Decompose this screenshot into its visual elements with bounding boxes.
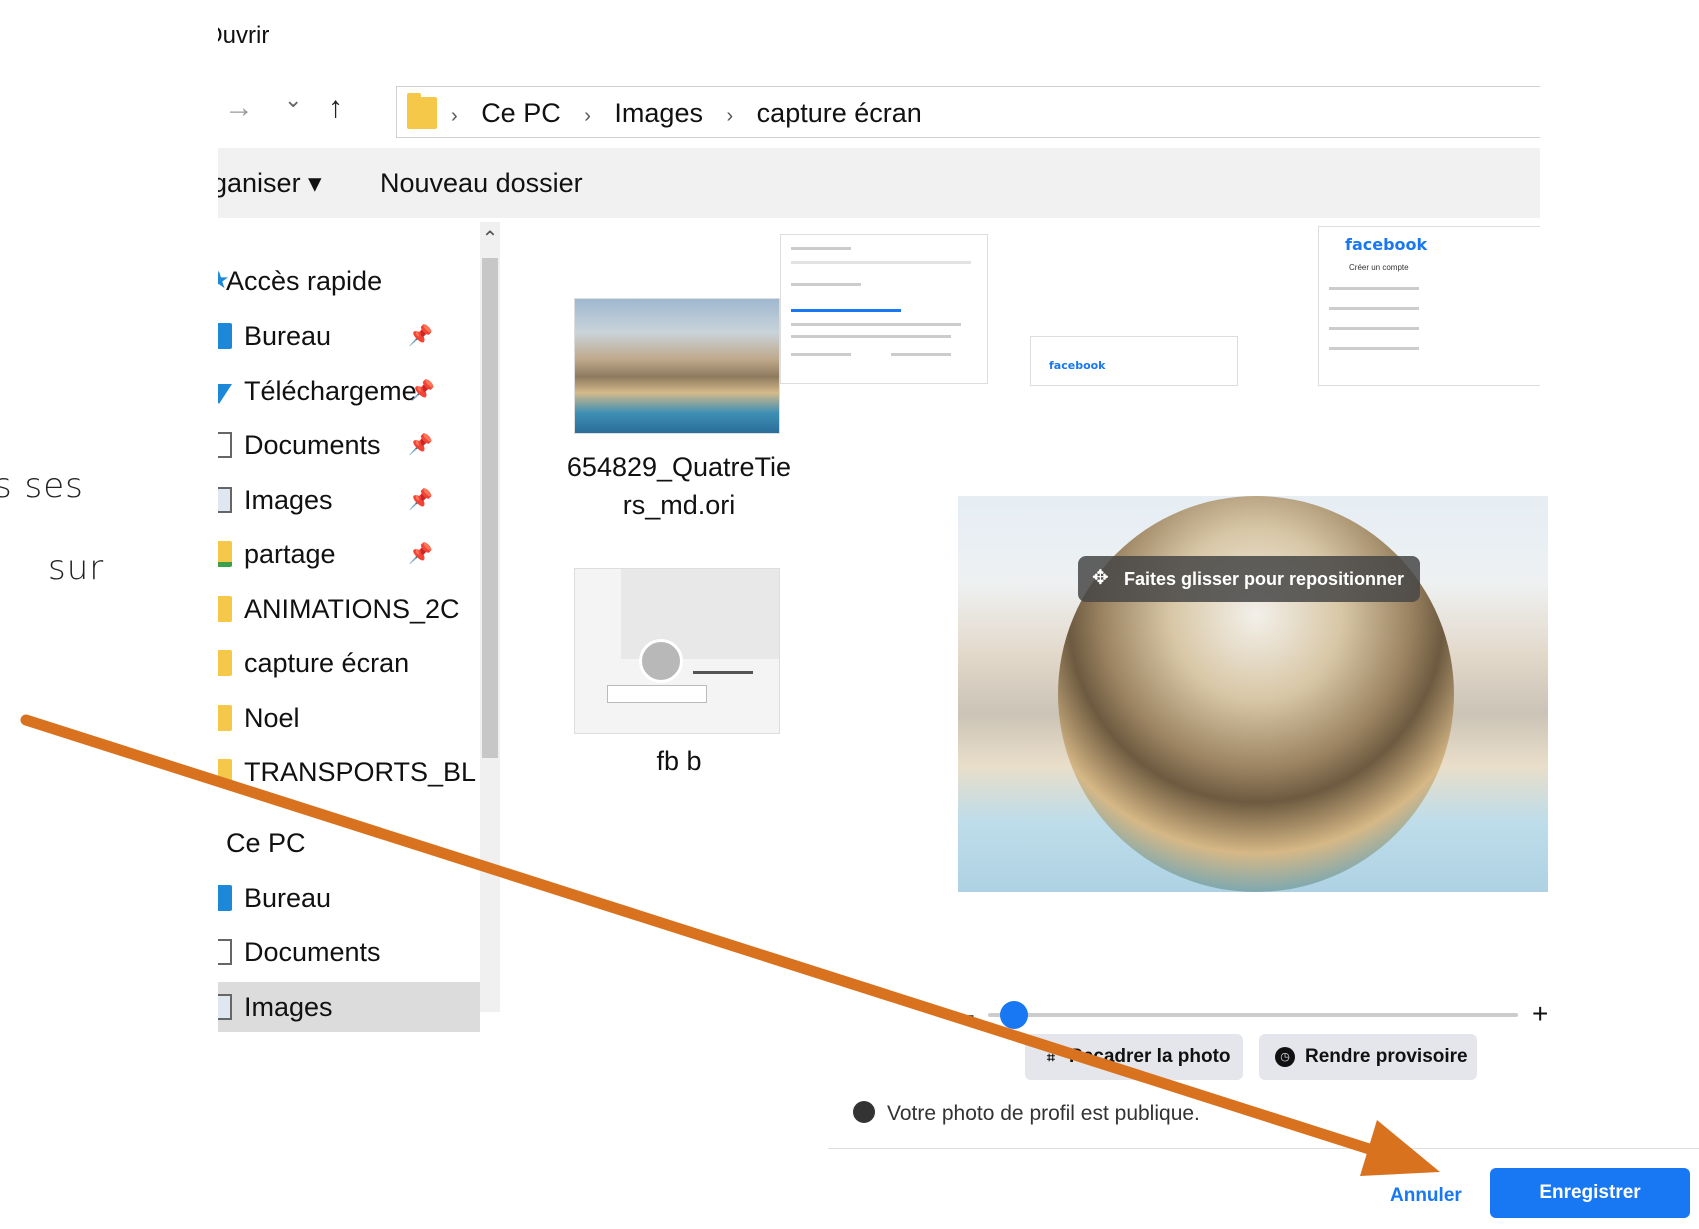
profile-photo-editor: ✥ Faites glisser pour repositionner – + … bbox=[828, 404, 1699, 1229]
sidebar-item-acces-rapide[interactable]: ★ Accès rapide bbox=[218, 256, 480, 306]
crop-area[interactable]: ✥ Faites glisser pour repositionner bbox=[958, 496, 1548, 892]
file-thumbnail-fb-signup[interactable]: facebook Créer un compte bbox=[1318, 226, 1540, 386]
pin-icon: 📌 bbox=[408, 489, 433, 511]
address-bar[interactable]: › Ce PC › Images › capture écran bbox=[396, 86, 1540, 138]
pin-icon: 📌 bbox=[408, 434, 433, 456]
file-thumbnail-fb[interactable] bbox=[574, 568, 780, 734]
sidebar-item-images-pc[interactable]: Images bbox=[218, 982, 480, 1032]
breadcrumb-capture-ecran[interactable]: capture écran bbox=[757, 98, 922, 128]
documents-icon bbox=[218, 939, 232, 965]
make-temporary-button[interactable]: ◷ Rendre provisoire bbox=[1259, 1034, 1477, 1080]
dialog-title: Ouvrir bbox=[218, 22, 270, 49]
zoom-out-icon[interactable]: – bbox=[958, 994, 974, 1034]
organize-menu[interactable]: ganiser ▾ bbox=[218, 148, 322, 218]
mini-line bbox=[693, 671, 753, 674]
footer-divider bbox=[828, 1148, 1699, 1149]
crop-icon: ⌗ bbox=[1047, 1049, 1055, 1065]
public-visibility-note: Votre photo de profil est publique. bbox=[853, 1099, 1200, 1129]
sidebar-item-documents[interactable]: Documents 📌 bbox=[218, 420, 480, 470]
pin-icon: 📌 bbox=[410, 380, 435, 402]
sidebar-item-telechargements[interactable]: Téléchargeme 📌 bbox=[218, 366, 480, 416]
breadcrumb-ce-pc[interactable]: Ce PC bbox=[481, 98, 561, 128]
background-text-line2: sur bbox=[48, 548, 105, 588]
file-thumbnail-photo[interactable] bbox=[574, 298, 780, 434]
sidebar-item-bureau-pc[interactable]: Bureau bbox=[218, 873, 480, 923]
sidebar-item-transports[interactable]: TRANSPORTS_BL bbox=[218, 747, 480, 797]
shared-folder-icon bbox=[218, 541, 232, 567]
command-toolbar: ganiser ▾ Nouveau dossier bbox=[218, 148, 1540, 218]
crop-photo-button[interactable]: ⌗ Recadrer la photo bbox=[1025, 1034, 1243, 1080]
folder-icon bbox=[218, 705, 232, 731]
sidebar-item-ce-pc[interactable]: Ce PC bbox=[218, 818, 480, 868]
history-dropdown-button[interactable]: ⌄ bbox=[284, 86, 302, 114]
pin-icon: 📌 bbox=[408, 543, 433, 565]
sidebar-scrollbar[interactable]: ⌃ bbox=[480, 222, 500, 1012]
breadcrumb: › Ce PC › Images › capture écran bbox=[451, 98, 922, 128]
breadcrumb-images[interactable]: Images bbox=[614, 98, 703, 128]
sidebar-item-noel[interactable]: Noel bbox=[218, 693, 480, 743]
avatar-icon bbox=[639, 639, 683, 683]
mini-button bbox=[607, 685, 707, 703]
images-icon bbox=[218, 487, 232, 513]
cancel-button[interactable]: Annuler bbox=[1390, 1174, 1462, 1218]
folder-icon bbox=[218, 596, 232, 622]
navigation-pane: ★ Accès rapide Bureau 📌 Téléchargeme 📌 D… bbox=[218, 222, 480, 1082]
desktop-icon bbox=[218, 885, 232, 911]
zoom-slider-thumb[interactable] bbox=[999, 1001, 1028, 1029]
sidebar-item-capture-ecran[interactable]: capture écran bbox=[218, 638, 480, 688]
scroll-up-icon[interactable]: ⌃ bbox=[480, 226, 500, 251]
move-icon: ✥ bbox=[1092, 567, 1109, 589]
photo-thumbnail-image bbox=[575, 299, 779, 433]
zoom-slider-track[interactable] bbox=[988, 1013, 1518, 1017]
zoom-in-icon[interactable]: + bbox=[1532, 994, 1548, 1034]
download-icon bbox=[218, 384, 232, 404]
folder-icon bbox=[407, 93, 437, 129]
blank-area bbox=[218, 1082, 828, 1229]
clock-icon: ◷ bbox=[1275, 1047, 1295, 1067]
file-name-photo[interactable]: 654829_QuatreTie rs_md.ori bbox=[554, 448, 804, 524]
folder-icon bbox=[218, 650, 232, 676]
documents-icon bbox=[218, 432, 232, 458]
globe-icon bbox=[853, 1101, 875, 1123]
up-button[interactable]: ↑ bbox=[328, 93, 343, 123]
sidebar-item-images[interactable]: Images 📌 bbox=[218, 475, 480, 525]
new-folder-button[interactable]: Nouveau dossier bbox=[380, 148, 583, 218]
pin-icon: 📌 bbox=[408, 325, 433, 347]
save-button[interactable]: Enregistrer bbox=[1490, 1168, 1690, 1218]
file-name-fb[interactable]: fb b bbox=[554, 742, 804, 780]
desktop-icon bbox=[218, 323, 232, 349]
folder-icon bbox=[218, 759, 232, 785]
sidebar-item-documents-pc[interactable]: Documents bbox=[218, 927, 480, 977]
file-thumbnail-search[interactable] bbox=[780, 234, 988, 384]
scroll-thumb[interactable] bbox=[482, 258, 498, 758]
images-icon bbox=[218, 994, 232, 1020]
file-thumbnail-fb-login[interactable]: facebook bbox=[1030, 336, 1238, 386]
sidebar-item-partage[interactable]: partage 📌 bbox=[218, 529, 480, 579]
background-text-line1: s ses bbox=[0, 466, 84, 506]
sidebar-item-animations[interactable]: ANIMATIONS_2C bbox=[218, 584, 480, 634]
drag-hint-tooltip: ✥ Faites glisser pour repositionner bbox=[1078, 556, 1421, 602]
zoom-slider-row: – + bbox=[958, 994, 1578, 1034]
sidebar-item-bureau[interactable]: Bureau 📌 bbox=[218, 311, 480, 361]
address-row: → ⌄ ↑ › Ce PC › Images › capture écran bbox=[218, 72, 1540, 144]
forward-button[interactable]: → bbox=[224, 93, 254, 123]
